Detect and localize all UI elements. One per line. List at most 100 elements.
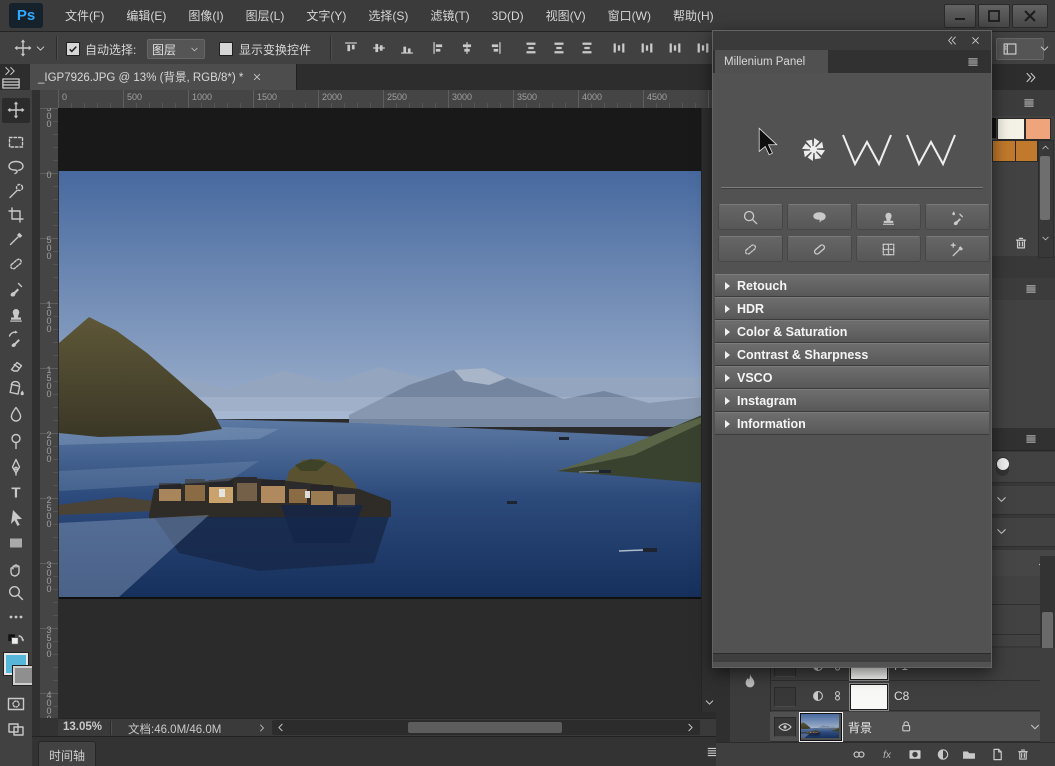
tool-presets-icon[interactable] xyxy=(2,78,20,89)
align-right-icon[interactable] xyxy=(486,39,504,57)
quick-mask-icon[interactable] xyxy=(6,694,26,714)
edit-toolbar-icon[interactable] xyxy=(6,607,26,627)
horizontal-ruler[interactable]: 0 500 1000 1500 2000 2500 3000 3500 4000… xyxy=(58,90,716,109)
delete-swatch-icon[interactable] xyxy=(1012,234,1030,252)
distribute-extra-icon[interactable] xyxy=(694,39,712,57)
dodge-tool[interactable] xyxy=(6,431,26,451)
document-tab[interactable]: _IGP7926.JPG @ 13% (背景, RGB/8*) * xyxy=(30,64,297,90)
layer-thumbnail[interactable] xyxy=(800,713,842,741)
tool-button-zoom[interactable] xyxy=(718,204,783,230)
add-mask-icon[interactable] xyxy=(906,746,924,763)
section-color-saturation[interactable]: Color & Saturation xyxy=(715,320,989,343)
new-group-icon[interactable] xyxy=(960,746,978,763)
panel-menu-icon[interactable] xyxy=(963,55,983,69)
menu-item-select[interactable]: 选择(S) xyxy=(357,7,419,24)
type-tool[interactable]: T xyxy=(6,482,26,502)
tool-button-lasso[interactable] xyxy=(787,204,852,230)
adjustments-panel-header[interactable] xyxy=(992,428,1055,451)
properties-dropdown-1[interactable] xyxy=(992,486,1055,515)
distribute-middle-icon[interactable] xyxy=(550,39,568,57)
layer-style-fx-icon[interactable]: fx xyxy=(878,746,896,763)
toggle-knob[interactable] xyxy=(997,458,1009,470)
row-chevron-icon[interactable] xyxy=(1028,720,1042,734)
quick-selection-tool[interactable] xyxy=(6,181,26,201)
close-panel-icon[interactable] xyxy=(969,34,982,47)
auto-select-dropdown[interactable]: 图层 xyxy=(147,39,205,59)
panel-resize-strip[interactable] xyxy=(713,653,991,662)
tool-button-blur-brush[interactable] xyxy=(925,204,990,230)
canvas-hscrollbar[interactable] xyxy=(272,720,700,735)
align-center-icon[interactable] xyxy=(458,39,476,57)
crop-tool[interactable] xyxy=(6,205,26,225)
pen-tool[interactable] xyxy=(6,457,26,477)
menu-item-3d[interactable]: 3D(D) xyxy=(481,9,535,23)
workspace-switcher[interactable] xyxy=(996,38,1044,60)
panel-menu-icon[interactable] xyxy=(1020,96,1038,110)
visibility-well[interactable] xyxy=(774,687,796,707)
chevron-down-icon[interactable] xyxy=(994,492,1009,507)
paint-bucket-tool[interactable] xyxy=(6,379,26,399)
swatch-peach[interactable] xyxy=(1025,118,1051,140)
swatch-black[interactable] xyxy=(992,118,996,138)
layer-row-background[interactable]: 背景 xyxy=(770,712,1040,742)
new-layer-icon[interactable] xyxy=(988,746,1006,763)
tool-button-texture[interactable] xyxy=(856,236,921,262)
menu-item-image[interactable]: 图像(I) xyxy=(177,7,234,24)
lasso-tool[interactable] xyxy=(6,157,26,177)
hscroll-thumb[interactable] xyxy=(408,722,562,733)
menu-item-help[interactable]: 帮助(H) xyxy=(662,7,725,24)
distribute-center-icon[interactable] xyxy=(638,39,656,57)
swatch-white[interactable] xyxy=(997,118,1025,140)
default-swap-colors-icon[interactable] xyxy=(5,631,27,653)
tool-preset-chevron-icon[interactable] xyxy=(34,42,47,55)
eraser-tool[interactable] xyxy=(6,354,26,374)
tool-button-sampler[interactable] xyxy=(925,236,990,262)
panel-titlebar[interactable] xyxy=(713,31,991,51)
eye-icon[interactable] xyxy=(776,719,794,735)
panel-menu-icon[interactable] xyxy=(1022,282,1040,296)
blur-tool[interactable] xyxy=(6,404,26,424)
path-selection-tool[interactable] xyxy=(6,508,26,528)
swatches-scrollbar[interactable] xyxy=(1038,140,1054,258)
properties-dropdown-2[interactable] xyxy=(992,518,1055,547)
collapse-panel-icon[interactable] xyxy=(945,34,958,47)
ruler-corner[interactable] xyxy=(40,90,59,109)
tool-button-healing[interactable] xyxy=(787,236,852,262)
panel-menu-icon[interactable] xyxy=(1022,432,1040,446)
minimize-button[interactable] xyxy=(944,4,976,28)
menu-item-layer[interactable]: 图层(L) xyxy=(235,7,296,24)
scroll-left-icon[interactable] xyxy=(274,721,287,734)
swatch-orange-2[interactable] xyxy=(1015,140,1038,162)
distribute-bottom-icon[interactable] xyxy=(578,39,596,57)
scroll-right-icon[interactable] xyxy=(684,721,697,734)
tool-button-stamp[interactable] xyxy=(856,204,921,230)
align-bottom-icon[interactable] xyxy=(398,39,416,57)
tab-close-icon[interactable] xyxy=(251,71,263,83)
move-tool-option-icon[interactable] xyxy=(13,38,33,58)
menu-item-window[interactable]: 窗口(W) xyxy=(597,7,662,24)
flame-icon[interactable] xyxy=(739,672,761,694)
canvas-area[interactable] xyxy=(58,108,716,718)
dock-expand-icon[interactable] xyxy=(3,66,17,76)
clone-stamp-tool[interactable] xyxy=(6,304,26,324)
distribute-left-icon[interactable] xyxy=(610,39,628,57)
brush-tool[interactable] xyxy=(6,279,26,299)
section-hdr[interactable]: HDR xyxy=(715,297,989,320)
background-color[interactable] xyxy=(13,666,34,685)
section-vsco[interactable]: VSCO xyxy=(715,366,989,389)
adjustment-layer-button-icon[interactable] xyxy=(934,746,952,763)
tool-button-patch[interactable] xyxy=(718,236,783,262)
show-transform-checkbox[interactable] xyxy=(219,42,233,56)
section-instagram[interactable]: Instagram xyxy=(715,389,989,412)
history-brush-tool[interactable] xyxy=(6,329,26,349)
align-top-icon[interactable] xyxy=(342,39,360,57)
workspace-chevron-icon[interactable] xyxy=(1038,42,1051,55)
zoom-level[interactable]: 13.05% xyxy=(63,721,102,733)
scroll-up-icon[interactable] xyxy=(1040,142,1051,153)
status-expand-icon[interactable] xyxy=(256,722,268,734)
timeline-tab[interactable]: 时间轴 xyxy=(38,741,96,766)
delete-layer-icon[interactable] xyxy=(1014,746,1032,763)
vertical-ruler[interactable]: 500 0 500 1000 1500 2000 2500 3000 3500 … xyxy=(40,108,59,718)
section-information[interactable]: Information xyxy=(715,412,989,435)
zoom-tool[interactable] xyxy=(6,583,26,603)
